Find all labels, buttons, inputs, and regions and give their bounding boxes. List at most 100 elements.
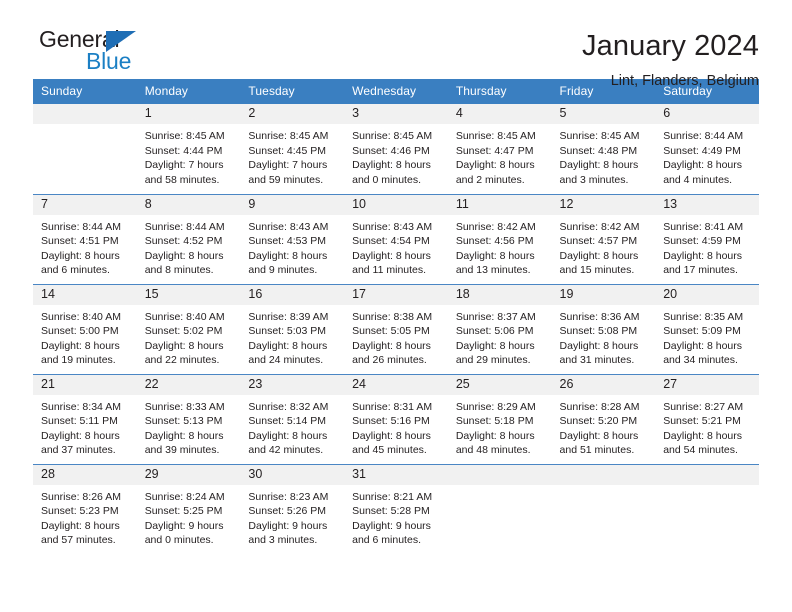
calendar-cell-day-25[interactable]: 25 Sunrise: 8:29 AM Sunset: 5:18 PM Dayligh… [447, 373, 552, 464]
daylight-text: and 6 minutes. [352, 534, 421, 547]
sunrise-text: Sunrise: 8:35 AM [663, 310, 744, 323]
calendar-cell-day-27[interactable]: 27 Sunrise: 8:27 AM Sunset: 5:21 PM Dayligh… [655, 373, 759, 464]
calendar-cell-day-2[interactable]: 2 Sunrise: 8:45 AM Sunset: 4:45 PM Daylight… [240, 104, 345, 194]
day-number: 31 [344, 464, 448, 485]
day-number: 19 [551, 284, 656, 305]
calendar-cell-day-6[interactable]: 6 Sunrise: 8:44 AM Sunset: 4:49 PM Daylight… [655, 104, 759, 194]
sunrise-text: Sunrise: 8:27 AM [663, 400, 744, 413]
sun-info: Sunrise: 8:42 AM Sunset: 4:56 PM Daylight:… [448, 215, 552, 278]
daylight-text: Daylight: 8 hours [41, 249, 120, 262]
calendar-cell-day-11[interactable]: 11 Sunrise: 8:42 AM Sunset: 4:56 PM Dayligh… [447, 193, 552, 284]
calendar-cell-day-28[interactable]: 28 Sunrise: 8:26 AM Sunset: 5:23 PM Dayligh… [33, 463, 137, 554]
daylight-text: and 59 minutes. [248, 173, 324, 186]
sun-info: Sunrise: 8:43 AM Sunset: 4:54 PM Daylight:… [344, 215, 448, 278]
daylight-text: Daylight: 8 hours [352, 159, 431, 172]
logo-text-blue: Blue [86, 48, 132, 74]
daylight-text: and 0 minutes. [144, 534, 214, 547]
sun-info: Sunrise: 8:37 AM Sunset: 5:06 PM Daylight:… [448, 305, 552, 368]
week-row: 7 Sunrise: 8:44 AM Sunset: 4:51 PM Daylight… [33, 193, 759, 284]
sun-info: Sunrise: 8:28 AM Sunset: 5:20 PM Daylight:… [552, 395, 656, 458]
daylight-text: and 48 minutes. [455, 444, 531, 457]
daylight-text: and 19 minutes. [41, 354, 116, 367]
daylight-text: Daylight: 8 hours [455, 339, 535, 352]
calendar-cell-day-20[interactable]: 20 Sunrise: 8:35 AM Sunset: 5:09 PM Dayligh… [655, 283, 759, 374]
sunrise-text: Sunrise: 8:36 AM [559, 310, 640, 323]
sunrise-text: Sunrise: 8:45 AM [144, 130, 225, 142]
calendar-cell-day-24[interactable]: 24 Sunrise: 8:31 AM Sunset: 5:16 PM Dayligh… [344, 373, 448, 464]
sunset-text: Sunset: 4:56 PM [455, 235, 534, 248]
daylight-text: and 2 minutes. [455, 173, 525, 186]
calendar-cell-day-22[interactable]: 22 Sunrise: 8:33 AM Sunset: 5:13 PM Dayligh… [136, 373, 241, 464]
sun-info: Sunrise: 8:35 AM Sunset: 5:09 PM Daylight:… [655, 305, 759, 368]
calendar-cell-day-29[interactable]: 29 Sunrise: 8:24 AM Sunset: 5:25 PM Dayligh… [136, 463, 241, 554]
sun-info: Sunrise: 8:32 AM Sunset: 5:14 PM Daylight:… [240, 395, 344, 458]
calendar-cell-day-15[interactable]: 15 Sunrise: 8:40 AM Sunset: 5:02 PM Dayligh… [136, 283, 241, 374]
calendar-cell-day-23[interactable]: 23 Sunrise: 8:32 AM Sunset: 5:14 PM Dayligh… [240, 373, 345, 464]
sunset-text: Sunset: 4:52 PM [144, 235, 223, 248]
calendar-cell-day-31[interactable]: 31 Sunrise: 8:21 AM Sunset: 5:28 PM Dayligh… [344, 463, 448, 554]
page-title: January 2024 [582, 30, 759, 62]
sunset-text: Sunset: 5:26 PM [248, 505, 327, 518]
sunrise-text: Sunrise: 8:38 AM [352, 310, 433, 323]
sun-info: Sunrise: 8:33 AM Sunset: 5:13 PM Daylight:… [137, 395, 241, 458]
daylight-text: and 42 minutes. [248, 444, 324, 457]
daylight-text: and 11 minutes. [352, 264, 427, 277]
calendar-cell-day-26[interactable]: 26 Sunrise: 8:28 AM Sunset: 5:20 PM Dayligh… [551, 373, 656, 464]
sunrise-text: Sunrise: 8:33 AM [144, 400, 225, 413]
day-number: 16 [240, 284, 345, 305]
calendar-cell-day-14[interactable]: 14 Sunrise: 8:40 AM Sunset: 5:00 PM Dayligh… [33, 283, 137, 374]
daylight-text: Daylight: 8 hours [41, 429, 120, 442]
daylight-text: and 22 minutes. [144, 354, 220, 367]
calendar-cell-day-21[interactable]: 21 Sunrise: 8:34 AM Sunset: 5:11 PM Dayligh… [33, 373, 137, 464]
sunrise-text: Sunrise: 8:29 AM [455, 400, 536, 413]
calendar-cell-day-1[interactable]: 1 Sunrise: 8:45 AM Sunset: 4:44 PM Daylight… [136, 104, 241, 194]
sunset-text: Sunset: 5:13 PM [144, 415, 223, 428]
calendar-cell-day-12[interactable]: 12 Sunrise: 8:42 AM Sunset: 4:57 PM Dayligh… [551, 193, 656, 284]
calendar-cell-day-5[interactable]: 5 Sunrise: 8:45 AM Sunset: 4:48 PM Daylight… [551, 104, 656, 194]
calendar-cell-day-19[interactable]: 19 Sunrise: 8:36 AM Sunset: 5:08 PM Dayligh… [551, 283, 656, 374]
sun-info: Sunrise: 8:45 AM Sunset: 4:46 PM Daylight:… [344, 124, 448, 187]
sun-info: Sunrise: 8:42 AM Sunset: 4:57 PM Daylight:… [552, 215, 656, 278]
sunrise-text: Sunrise: 8:44 AM [144, 220, 225, 233]
sunset-text: Sunset: 5:16 PM [352, 415, 430, 428]
weekday-header-thursday: Thursday [447, 79, 552, 104]
calendar-cell-day-9[interactable]: 9 Sunrise: 8:43 AM Sunset: 4:53 PM Daylight… [240, 193, 345, 284]
sun-info: Sunrise: 8:41 AM Sunset: 4:59 PM Daylight:… [655, 215, 759, 278]
day-number: 1 [136, 104, 241, 124]
calendar-cell-day-13[interactable]: 13 Sunrise: 8:41 AM Sunset: 4:59 PM Dayligh… [655, 193, 759, 284]
calendar-cell-day-7[interactable]: 7 Sunrise: 8:44 AM Sunset: 4:51 PM Daylight… [33, 193, 137, 284]
day-number: 10 [344, 194, 448, 215]
daylight-text: and 8 minutes. [144, 264, 214, 277]
calendar-cell-day-4[interactable]: 4 Sunrise: 8:45 AM Sunset: 4:47 PM Daylight… [447, 104, 552, 194]
sun-info: Sunrise: 8:40 AM Sunset: 5:02 PM Daylight:… [137, 305, 241, 368]
sunrise-text: Sunrise: 8:44 AM [41, 220, 121, 233]
day-number: 9 [240, 194, 345, 215]
daylight-text: Daylight: 9 hours [248, 519, 328, 532]
calendar-cell-day-17[interactable]: 17 Sunrise: 8:38 AM Sunset: 5:05 PM Dayligh… [344, 283, 448, 374]
sunrise-text: Sunrise: 8:26 AM [41, 490, 121, 503]
daylight-text: and 3 minutes. [248, 534, 318, 547]
daylight-text: Daylight: 8 hours [248, 339, 328, 352]
sunrise-text: Sunrise: 8:45 AM [455, 130, 536, 142]
daylight-text: Daylight: 8 hours [352, 339, 431, 352]
generalblue-logo[interactable]: General Blue [33, 26, 163, 82]
day-number: 26 [551, 374, 656, 395]
day-number: 29 [136, 464, 241, 485]
sun-info: Sunrise: 8:44 AM Sunset: 4:52 PM Daylight:… [137, 215, 241, 278]
calendar-cell-day-18[interactable]: 18 Sunrise: 8:37 AM Sunset: 5:06 PM Dayligh… [447, 283, 552, 374]
sun-info: Sunrise: 8:44 AM Sunset: 4:51 PM Daylight:… [33, 215, 137, 278]
sun-info: Sunrise: 8:45 AM Sunset: 4:48 PM Daylight:… [552, 124, 656, 187]
sunset-text: Sunset: 5:00 PM [41, 325, 119, 338]
calendar-cell-day-3[interactable]: 3 Sunrise: 8:45 AM Sunset: 4:46 PM Daylight… [344, 104, 448, 194]
sun-info: Sunrise: 8:24 AM Sunset: 5:25 PM Daylight:… [137, 485, 241, 548]
calendar-cell-day-10[interactable]: 10 Sunrise: 8:43 AM Sunset: 4:54 PM Dayligh… [344, 193, 448, 284]
sunset-text: Sunset: 4:47 PM [455, 144, 534, 157]
day-number: 13 [655, 194, 759, 215]
daylight-text: Daylight: 8 hours [559, 339, 639, 352]
calendar-cell-day-30[interactable]: 30 Sunrise: 8:23 AM Sunset: 5:26 PM Dayligh… [240, 463, 345, 554]
day-number [655, 464, 759, 485]
daylight-text: and 24 minutes. [248, 354, 324, 367]
sunset-text: Sunset: 5:09 PM [663, 325, 741, 338]
calendar-cell-day-8[interactable]: 8 Sunrise: 8:44 AM Sunset: 4:52 PM Daylight… [136, 193, 241, 284]
calendar-cell-day-16[interactable]: 16 Sunrise: 8:39 AM Sunset: 5:03 PM Dayligh… [240, 283, 345, 374]
